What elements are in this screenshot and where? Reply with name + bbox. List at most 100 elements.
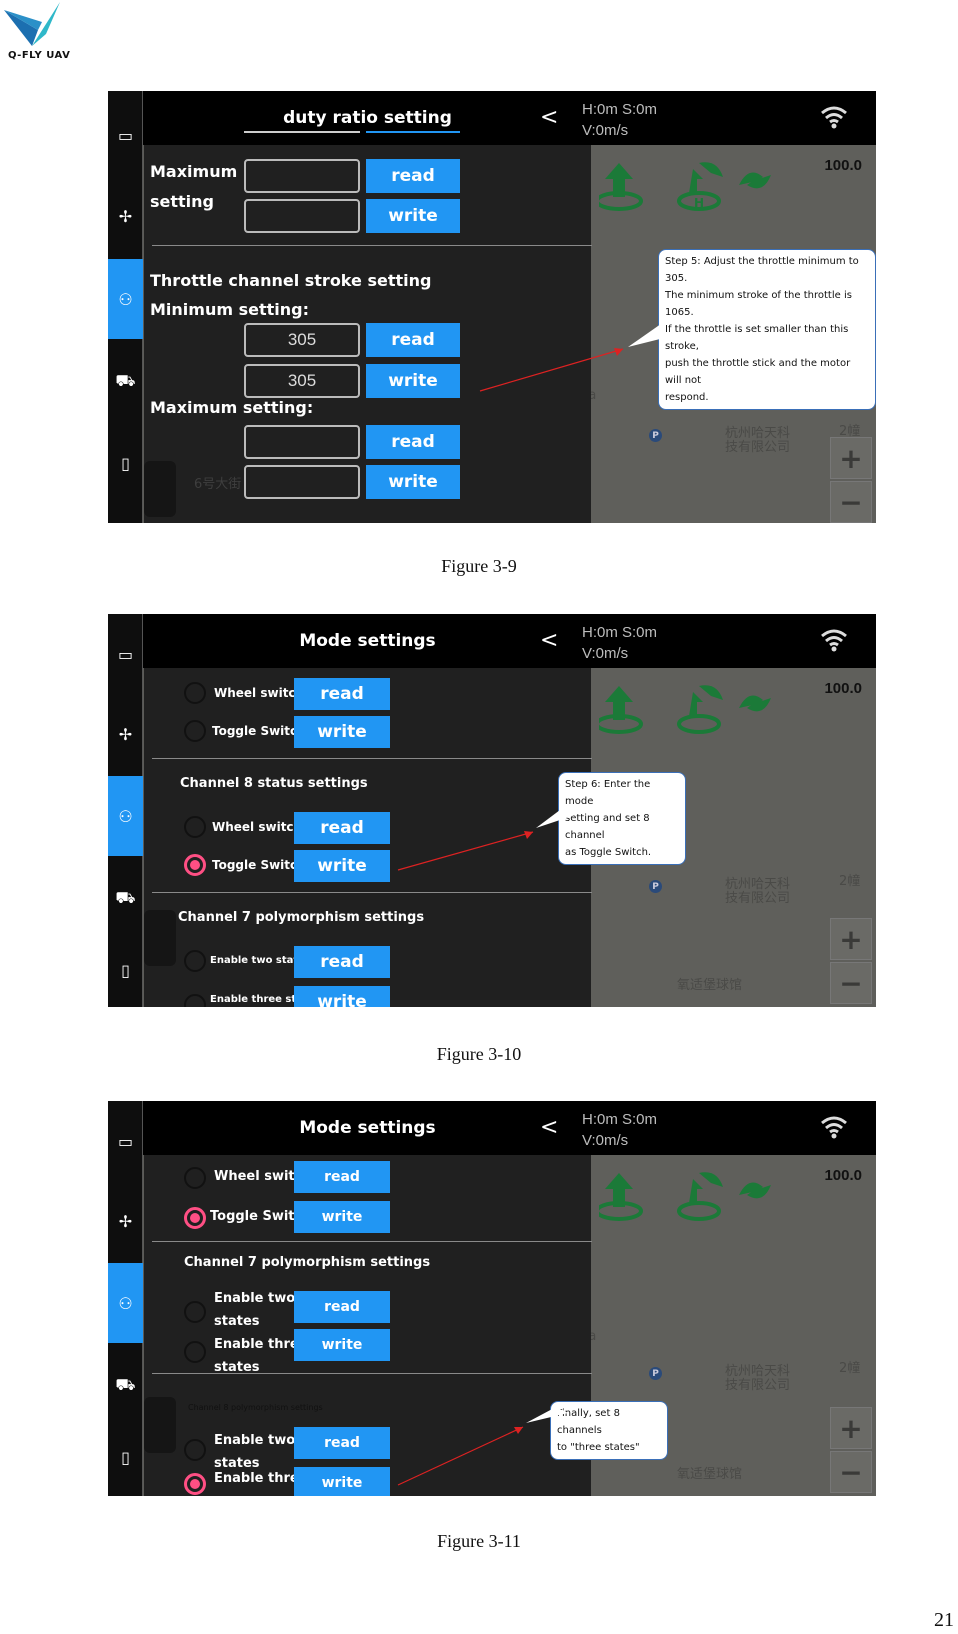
flight-action-icons — [599, 685, 771, 734]
figure-caption: Figure 3-10 — [436, 1044, 522, 1064]
max-stroke-label: Maximum setting: — [150, 398, 314, 417]
radio-toggle-switch[interactable] — [184, 1207, 206, 1229]
drone-camera-icon: ⛟ — [115, 370, 136, 390]
radio-ch8-three-states[interactable] — [184, 1473, 206, 1495]
option-label-line1: Enable two — [214, 1433, 296, 1448]
top-read-button[interactable]: read — [294, 678, 390, 710]
map-label-company: 杭州哈天科 技有限公司 — [725, 426, 791, 455]
min-write-field[interactable]: 305 — [244, 364, 360, 398]
toolbox-icon: ▭ — [117, 125, 134, 145]
rail-toolbox[interactable]: ▭ — [108, 1101, 143, 1181]
ch8-heading: Channel 8 status settings — [180, 776, 368, 791]
rail-battery-timer[interactable]: ▯ — [108, 423, 143, 503]
radio-ch8-wheel-switch[interactable] — [184, 816, 206, 838]
telemetry-v: V:0m/s — [582, 122, 629, 139]
ch8-read-button[interactable]: read — [294, 1427, 390, 1459]
map-label-stadium: 氧适堡球馆 — [677, 978, 743, 993]
telemetry-hs: H:0m S:0m — [582, 624, 658, 641]
loop-icon[interactable] — [739, 695, 771, 712]
rail-quadcopter[interactable]: ✢ — [108, 1181, 143, 1261]
radio-ch7-two-states[interactable] — [184, 1301, 206, 1323]
callout-line: The minimum stroke of the throttle is 10… — [665, 290, 852, 318]
map-zoom-out-button[interactable]: − — [830, 962, 872, 1004]
ch8-write-button[interactable]: write — [294, 1467, 390, 1496]
max-setting-read-button[interactable]: read — [366, 159, 460, 193]
map-zoom-out-button[interactable]: − — [830, 1451, 872, 1493]
max-write-button[interactable]: write — [366, 465, 460, 499]
map-zoom-out-button[interactable]: − — [830, 481, 872, 523]
top-write-button[interactable]: write — [294, 1201, 390, 1233]
radio-toggle-switch-top[interactable] — [184, 720, 206, 742]
usb-connected-icon — [144, 461, 176, 517]
radio-ch7-two-states[interactable] — [184, 950, 206, 972]
radio-ch7-three-states[interactable] — [184, 994, 206, 1007]
max-read-field[interactable] — [244, 425, 360, 459]
rail-quadcopter[interactable]: ✢ — [108, 176, 143, 256]
back-chevron-icon[interactable]: < — [540, 1115, 558, 1140]
loop-icon[interactable] — [739, 172, 771, 189]
max-setting-label-line2: setting — [150, 192, 214, 211]
panel-title: duty ratio setting — [283, 108, 452, 128]
min-read-button[interactable]: read — [366, 323, 460, 357]
map-zoom-in-button[interactable]: + — [830, 918, 872, 960]
map-label-company: 杭州哈天科 技有限公司 — [725, 877, 791, 906]
radio-wheel-switch-top[interactable] — [184, 682, 206, 704]
return-home-icon[interactable] — [677, 685, 723, 734]
map-zoom-in-button[interactable]: + — [830, 437, 872, 479]
back-chevron-icon[interactable]: < — [540, 628, 558, 653]
radio-ch8-two-states[interactable] — [184, 1439, 206, 1461]
wifi-icon — [821, 106, 847, 129]
radio-ch8-toggle-switch[interactable] — [184, 854, 206, 876]
takeoff-icon[interactable] — [599, 1173, 643, 1221]
rail-toolbox[interactable]: ▭ — [108, 95, 143, 175]
rail-remote-controller[interactable]: ⚇ — [108, 1263, 143, 1343]
rail-battery-timer[interactable]: ▯ — [108, 1417, 143, 1496]
ch7-read-button[interactable]: read — [294, 946, 390, 978]
rail-remote-controller[interactable]: ⚇ — [108, 776, 143, 856]
max-setting-write-button[interactable]: write — [366, 199, 460, 233]
rail-battery-timer[interactable]: ▯ — [108, 930, 143, 1007]
ch7-write-button[interactable]: write — [294, 986, 390, 1007]
rail-quadcopter[interactable]: ✢ — [108, 694, 143, 774]
top-write-button[interactable]: write — [294, 716, 390, 748]
battery-timer-icon: ▯ — [121, 453, 130, 473]
rail-drone-camera[interactable]: ⛟ — [108, 1345, 143, 1425]
max-setting-read-field[interactable] — [244, 159, 360, 193]
logo-text: Q-FLY UAV — [8, 50, 71, 61]
instruction-callout: Finally, set 8 channels to "three states… — [550, 1401, 668, 1460]
radio-ch7-three-states[interactable] — [184, 1341, 206, 1363]
rail-remote-controller[interactable]: ⚇ — [108, 259, 143, 339]
settings-panel: Wheel switch read Toggle Switch write Ch… — [144, 1155, 592, 1496]
ch8-write-button[interactable]: write — [294, 850, 390, 882]
rail-drone-camera[interactable]: ⛟ — [108, 341, 143, 421]
max-write-field[interactable] — [244, 465, 360, 499]
min-write-button[interactable]: write — [366, 364, 460, 398]
max-setting-label-line1: Maximum — [150, 162, 238, 181]
top-read-button[interactable]: read — [294, 1161, 390, 1193]
option-label: Wheel switch — [214, 686, 305, 700]
map-scale-value: 100.0 — [824, 680, 862, 697]
callout-line: Finally, set 8 channels — [557, 1408, 620, 1436]
return-home-icon[interactable]: H — [677, 162, 723, 211]
ch7-write-button[interactable]: write — [294, 1329, 390, 1361]
takeoff-icon[interactable] — [599, 686, 643, 734]
radio-wheel-switch[interactable] — [184, 1167, 206, 1189]
ch7-read-button[interactable]: read — [294, 1291, 390, 1323]
ch8-read-button[interactable]: read — [294, 812, 390, 844]
panel-title: Mode settings — [299, 1118, 436, 1138]
return-home-icon[interactable] — [677, 1172, 723, 1221]
callout-line: Step 6: Enter the mode — [565, 779, 651, 807]
telemetry-readout: H:0m S:0m V:0m/s — [582, 99, 657, 141]
rail-toolbox[interactable]: ▭ — [108, 614, 143, 694]
max-setting-write-field[interactable] — [244, 199, 360, 233]
takeoff-icon[interactable] — [599, 163, 643, 211]
rail-drone-camera[interactable]: ⛟ — [108, 858, 143, 938]
min-read-field[interactable]: 305 — [244, 323, 360, 357]
max-read-button[interactable]: read — [366, 425, 460, 459]
back-chevron-icon[interactable]: < — [540, 105, 558, 130]
loop-icon[interactable] — [739, 1182, 771, 1199]
option-label-line2: states — [214, 1456, 260, 1471]
telemetry-v: V:0m/s — [582, 645, 629, 662]
callout-line: Step 5: Adjust the throttle minimum to 3… — [665, 256, 859, 284]
map-zoom-in-button[interactable]: + — [830, 1407, 872, 1449]
